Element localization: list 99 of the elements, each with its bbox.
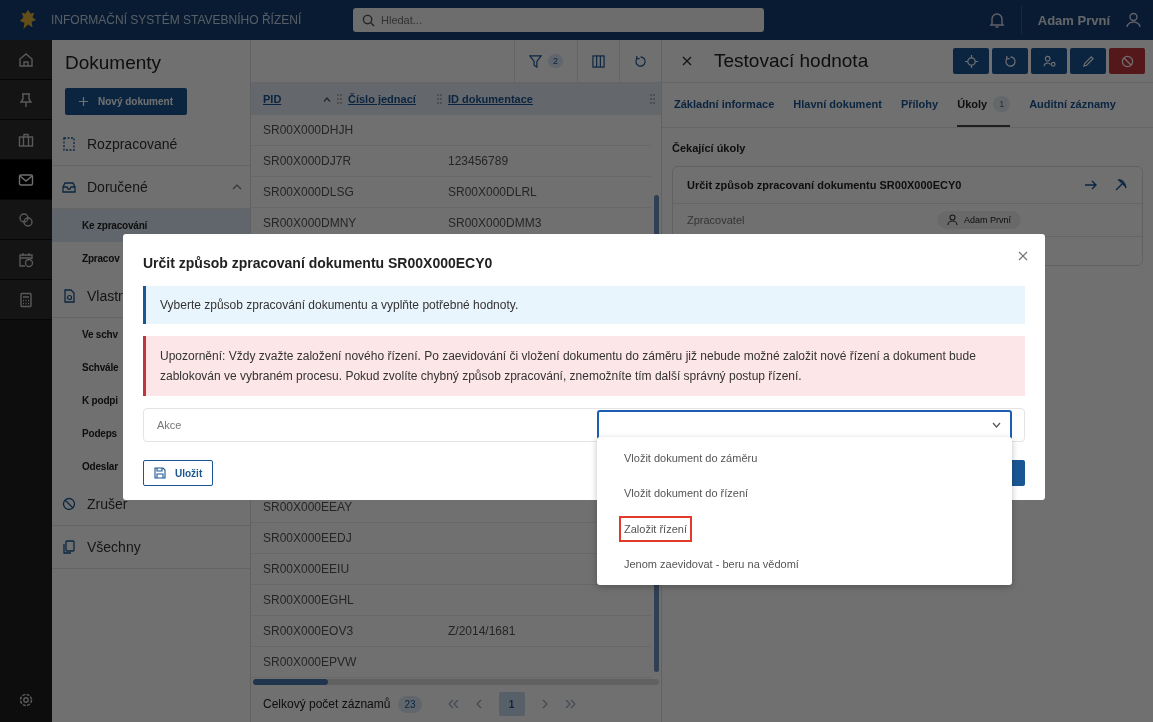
calendar-clock-icon xyxy=(18,251,34,268)
table-cell: SR00X000EPVW xyxy=(263,655,357,669)
tab[interactable]: Hlavní dokument xyxy=(793,83,882,127)
user-assign-icon xyxy=(1042,54,1056,68)
filter-count: 2 xyxy=(548,54,563,68)
prohibited-icon xyxy=(1120,54,1134,68)
table-cell: SR00X000DHJH xyxy=(263,123,354,137)
last-page-icon[interactable] xyxy=(563,699,576,709)
total-count: 23 xyxy=(398,695,422,713)
table-cell: SR00X000EEDJ xyxy=(263,531,352,545)
save-button[interactable]: Uložit xyxy=(143,460,214,486)
total-records-label: Celkový počet záznamů xyxy=(263,697,391,711)
rail-item[interactable] xyxy=(0,280,52,320)
column-header[interactable]: PID xyxy=(263,93,282,105)
coins-icon xyxy=(18,211,34,228)
arrow-right-icon[interactable] xyxy=(1084,179,1098,191)
crosshair-icon xyxy=(964,54,978,68)
refresh-icon[interactable] xyxy=(634,54,647,68)
table-cell: SR00X000EOV3 xyxy=(263,624,354,638)
first-page-icon[interactable] xyxy=(447,699,460,709)
tab[interactable]: Přílohy xyxy=(900,83,939,127)
table-cell: SR00X000DLSG xyxy=(263,185,354,199)
rail-item[interactable] xyxy=(0,80,52,120)
warning-message: Upozornění: Vždy zvažte založení nového řízení. Po zaevidování či vložení dokumentu do záměru již nebude možné založit nové řízení a dokument bude zablokován ve vybraném procesu. Pokud zvolíte chybný způsob zpracování, znemožníte tím další správný postup řízení. xyxy=(143,336,1025,396)
chevron-down-icon xyxy=(992,422,1001,428)
chevron-up-icon xyxy=(232,184,242,190)
rail-item[interactable] xyxy=(0,120,52,160)
user-name[interactable]: Adam První xyxy=(1037,12,1110,28)
drag-handle-icon[interactable] xyxy=(437,94,442,104)
rail-item[interactable] xyxy=(0,200,52,240)
field-label: Akce xyxy=(157,419,183,431)
table-cell: 123456789 xyxy=(448,154,509,168)
tab[interactable]: Auditní záznamy xyxy=(1029,83,1116,127)
pencil-icon xyxy=(1081,54,1095,68)
rail-item[interactable] xyxy=(0,240,52,280)
page-button[interactable]: 1 xyxy=(498,692,525,716)
dropdown-option[interactable]: Založit řízení xyxy=(619,515,692,542)
columns-icon[interactable] xyxy=(592,54,605,68)
close-icon[interactable] xyxy=(682,56,692,66)
new-document-button[interactable]: Nový dokument xyxy=(65,88,187,115)
prohibited-icon xyxy=(62,497,76,511)
scrollbar-thumb[interactable] xyxy=(253,679,328,685)
search-icon xyxy=(362,14,375,27)
section-title: Čekající úkoly xyxy=(671,141,747,156)
undo-icon xyxy=(1003,54,1017,68)
task-title: Určit způsob zpracovaní dokumentu SR00X000ECY0 xyxy=(687,179,962,191)
pickaxe-icon[interactable] xyxy=(1114,178,1128,192)
locate-button[interactable] xyxy=(953,48,989,74)
column-header[interactable]: Číslo jednací xyxy=(348,93,416,105)
table-cell: SR00X000DMM3 xyxy=(448,216,542,230)
rail-item[interactable] xyxy=(0,160,52,200)
app-title: INFORMAČNÍ SYSTÉM STAVEBNÍHO ŘÍZENÍ xyxy=(51,13,303,27)
search-field[interactable]: Hledat... xyxy=(353,8,764,32)
table-cell: Z/2014/1681 xyxy=(448,624,516,638)
calculator-icon xyxy=(18,291,34,308)
assign-button[interactable] xyxy=(1031,48,1067,74)
dropdown-option[interactable]: Vložit dokument do záměru xyxy=(619,444,763,471)
tab[interactable]: Základní informace xyxy=(674,83,775,127)
copy-icon xyxy=(62,540,76,554)
briefcase-icon xyxy=(18,131,34,148)
user-icon xyxy=(947,214,958,226)
settings-icon[interactable] xyxy=(18,692,34,708)
plus-icon xyxy=(79,97,88,106)
drag-handle-icon[interactable] xyxy=(650,94,655,104)
page-title: Dokumenty xyxy=(64,51,163,75)
document-icon xyxy=(62,289,76,303)
undo-button[interactable] xyxy=(992,48,1028,74)
table-cell: SR00X000DMNY xyxy=(263,216,357,230)
column-header[interactable]: ID dokumentace xyxy=(448,93,533,105)
bell-icon[interactable] xyxy=(988,11,1005,29)
filter-icon[interactable] xyxy=(529,54,542,68)
inbox-icon xyxy=(62,180,76,194)
user-chip: Adam První xyxy=(937,211,1022,229)
rail-item[interactable] xyxy=(0,40,52,80)
edit-button[interactable] xyxy=(1070,48,1106,74)
info-message: Vyberte způsob zpracování dokumentu a vyplňte potřebné hodnoty. xyxy=(143,286,1025,324)
drag-handle-icon[interactable] xyxy=(337,94,342,104)
dropdown-option[interactable]: Jenom zaevidovat - beru na vědomí xyxy=(619,551,804,578)
sidebar-item[interactable]: Rozpracované xyxy=(52,123,250,166)
close-icon[interactable] xyxy=(1018,251,1028,261)
cancel-button[interactable] xyxy=(1109,48,1145,74)
table-cell: SR00X000EEIU xyxy=(263,562,350,576)
field-label: Zpracovatel xyxy=(687,214,746,226)
user-icon[interactable] xyxy=(1126,12,1141,28)
dashed-document-icon xyxy=(62,137,76,151)
next-page-icon[interactable] xyxy=(540,699,548,709)
record-title: Testovací hodnota xyxy=(714,50,869,72)
previous-page-icon[interactable] xyxy=(475,699,483,709)
table-cell: SR00X000EGHL xyxy=(263,593,354,607)
dropdown-option[interactable]: Vložit dokument do řízení xyxy=(619,480,754,507)
table-cell: SR00X000EEAY xyxy=(263,500,353,514)
sort-up-icon[interactable] xyxy=(323,96,331,102)
sidebar-item[interactable]: Všechny xyxy=(52,526,250,569)
home-icon xyxy=(18,51,34,68)
table-cell: SR00X000DLRL xyxy=(448,185,537,199)
pin-icon xyxy=(18,91,34,108)
dialog-title: Určit způsob zpracovaní dokumentu SR00X000ECY0 xyxy=(143,255,493,271)
mail-icon xyxy=(18,171,34,188)
table-cell: SR00X000DJ7R xyxy=(263,154,352,168)
